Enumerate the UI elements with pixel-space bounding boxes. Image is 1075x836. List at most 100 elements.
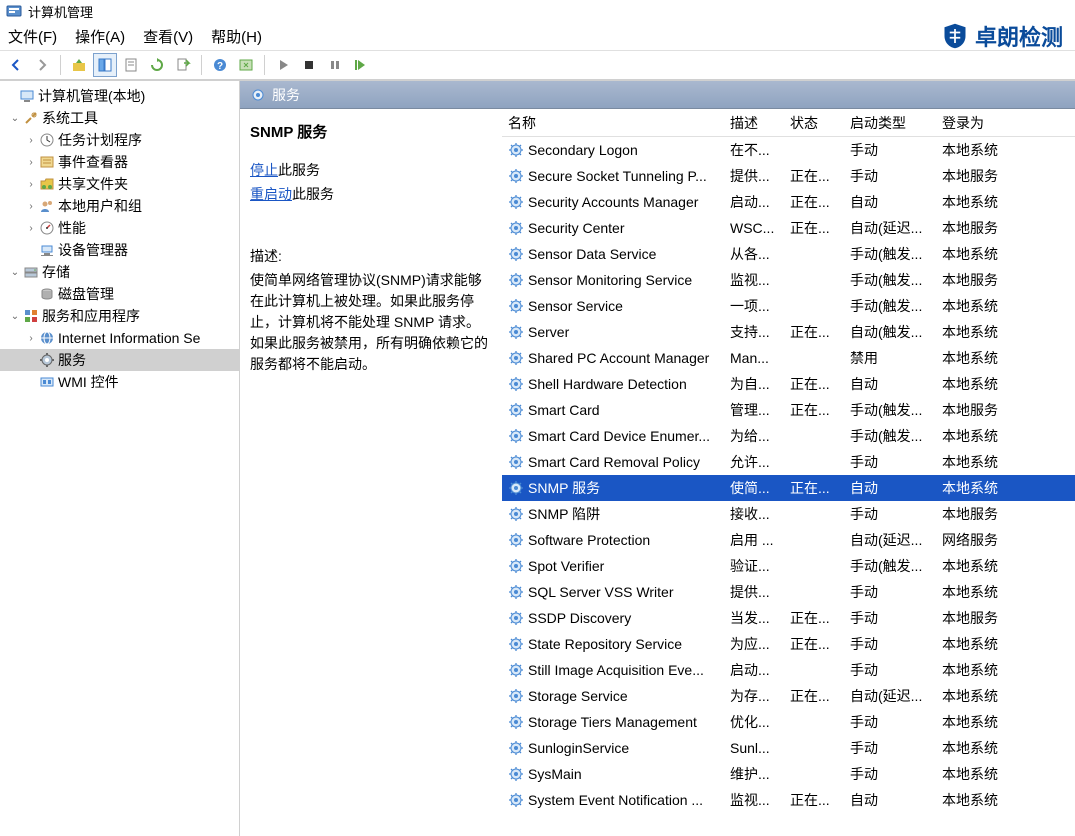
- service-row[interactable]: SNMP 陷阱接收...手动本地服务: [502, 501, 1075, 527]
- menu-action[interactable]: 操作(A): [75, 26, 125, 47]
- export-button[interactable]: [171, 53, 195, 77]
- service-name: Still Image Acquisition Eve...: [502, 662, 724, 678]
- menu-help[interactable]: 帮助(H): [211, 26, 262, 47]
- show-hide-tree-button[interactable]: [93, 53, 117, 77]
- service-startup: 手动: [844, 140, 936, 160]
- service-logon: 本地服务: [936, 400, 1036, 420]
- restart-service-button[interactable]: [349, 53, 373, 77]
- tree-performance[interactable]: › 性能: [0, 217, 239, 239]
- device-icon: [38, 242, 56, 258]
- service-row[interactable]: State Repository Service为应...正在...手动本地系统: [502, 631, 1075, 657]
- nav-forward-button[interactable]: [30, 53, 54, 77]
- service-status: 正在...: [784, 166, 844, 186]
- service-row[interactable]: SSDP Discovery当发...正在...手动本地服务: [502, 605, 1075, 631]
- refresh-button[interactable]: [145, 53, 169, 77]
- svg-text:?: ?: [217, 61, 223, 72]
- service-row[interactable]: Shell Hardware Detection为自...正在...自动本地系统: [502, 371, 1075, 397]
- properties-button[interactable]: [119, 53, 143, 77]
- service-row[interactable]: Smart Card Device Enumer...为给...手动(触发...…: [502, 423, 1075, 449]
- column-name[interactable]: 名称: [502, 109, 724, 136]
- tree-wmi[interactable]: › WMI 控件: [0, 371, 239, 393]
- service-row[interactable]: Security Accounts Manager启动...正在...自动本地系…: [502, 189, 1075, 215]
- help-button[interactable]: ?: [208, 53, 232, 77]
- start-service-button[interactable]: [271, 53, 295, 77]
- content-header-title: 服务: [272, 85, 300, 105]
- menu-file[interactable]: 文件(F): [8, 26, 57, 47]
- service-row[interactable]: Sensor Data Service从各...手动(触发...本地系统: [502, 241, 1075, 267]
- tree-root[interactable]: ▾ 计算机管理(本地): [0, 85, 239, 107]
- service-row[interactable]: Smart Card管理...正在...手动(触发...本地服务: [502, 397, 1075, 423]
- service-name: SSDP Discovery: [502, 610, 724, 626]
- filter-button[interactable]: [234, 53, 258, 77]
- service-row[interactable]: SNMP 服务使简...正在...自动本地系统: [502, 475, 1075, 501]
- service-row[interactable]: Security CenterWSC...正在...自动(延迟...本地服务: [502, 215, 1075, 241]
- app-icon: [6, 3, 22, 19]
- service-logon: 本地服务: [936, 504, 1036, 524]
- service-row[interactable]: Storage Tiers Management优化...手动本地系统: [502, 709, 1075, 735]
- service-startup: 手动(触发...: [844, 244, 936, 264]
- services-list-pane: 名称 描述 状态 启动类型 登录为 Secondary Logon在不...手动…: [502, 109, 1075, 836]
- column-logon[interactable]: 登录为: [936, 109, 1036, 136]
- service-name: SunloginService: [502, 740, 724, 756]
- menu-view[interactable]: 查看(V): [143, 26, 193, 47]
- tree-event-viewer[interactable]: › 事件查看器: [0, 151, 239, 173]
- column-startup[interactable]: 启动类型: [844, 109, 936, 136]
- service-row[interactable]: Sensor Service一项...手动(触发...本地系统: [502, 293, 1075, 319]
- tree-iis[interactable]: › Internet Information Se: [0, 327, 239, 349]
- service-name: Smart Card: [502, 402, 724, 418]
- service-logon: 本地系统: [936, 374, 1036, 394]
- service-row[interactable]: SQL Server VSS Writer提供...手动本地系统: [502, 579, 1075, 605]
- service-row[interactable]: Spot Verifier验证...手动(触发...本地系统: [502, 553, 1075, 579]
- service-startup: 手动: [844, 504, 936, 524]
- service-name: Sensor Monitoring Service: [502, 272, 724, 288]
- service-desc: 为应...: [724, 634, 784, 654]
- service-row[interactable]: Smart Card Removal Policy允许...手动本地系统: [502, 449, 1075, 475]
- column-status[interactable]: 状态: [784, 109, 844, 136]
- service-row[interactable]: SunloginServiceSunl...手动本地系统: [502, 735, 1075, 761]
- service-row[interactable]: Software Protection启用 ...自动(延迟...网络服务: [502, 527, 1075, 553]
- service-row[interactable]: Still Image Acquisition Eve...启动...手动本地系…: [502, 657, 1075, 683]
- nav-back-button[interactable]: [4, 53, 28, 77]
- service-row[interactable]: Sensor Monitoring Service监视...手动(触发...本地…: [502, 267, 1075, 293]
- service-desc: 为给...: [724, 426, 784, 446]
- service-row[interactable]: Server支持...正在...自动(触发...本地系统: [502, 319, 1075, 345]
- service-row[interactable]: System Event Notification ...监视...正在...自…: [502, 787, 1075, 813]
- service-row[interactable]: SysMain维护...手动本地系统: [502, 761, 1075, 787]
- service-name: State Repository Service: [502, 636, 724, 652]
- service-logon: 本地系统: [936, 426, 1036, 446]
- tree-task-scheduler[interactable]: › 任务计划程序: [0, 129, 239, 151]
- tree-services-apps[interactable]: ⌄ 服务和应用程序: [0, 305, 239, 327]
- stop-link[interactable]: 停止: [250, 162, 278, 178]
- up-level-button[interactable]: [67, 53, 91, 77]
- service-logon: 本地服务: [936, 166, 1036, 186]
- service-row[interactable]: Secure Socket Tunneling P...提供...正在...手动…: [502, 163, 1075, 189]
- service-desc: 启用 ...: [724, 530, 784, 550]
- computer-icon: [18, 88, 36, 104]
- tree-shared-folders[interactable]: › 共享文件夹: [0, 173, 239, 195]
- restart-link[interactable]: 重启动: [250, 186, 292, 202]
- tree-local-users[interactable]: › 本地用户和组: [0, 195, 239, 217]
- service-logon: 本地系统: [936, 712, 1036, 732]
- tree-services[interactable]: › 服务: [0, 349, 239, 371]
- tree-storage[interactable]: ⌄ 存储: [0, 261, 239, 283]
- service-logon: 本地服务: [936, 218, 1036, 238]
- service-desc: 启动...: [724, 660, 784, 680]
- service-name: SNMP 服务: [502, 478, 724, 498]
- service-row[interactable]: Storage Service为存...正在...自动(延迟...本地系统: [502, 683, 1075, 709]
- service-desc: 允许...: [724, 452, 784, 472]
- service-startup: 手动(触发...: [844, 426, 936, 446]
- service-name: System Event Notification ...: [502, 792, 724, 808]
- gear-icon: [250, 87, 266, 103]
- service-row[interactable]: Secondary Logon在不...手动本地系统: [502, 137, 1075, 163]
- tree-device-manager[interactable]: › 设备管理器: [0, 239, 239, 261]
- service-row[interactable]: Shared PC Account ManagerMan...禁用本地系统: [502, 345, 1075, 371]
- column-description[interactable]: 描述: [724, 109, 784, 136]
- detail-pane: SNMP 服务 停止此服务 重启动此服务 描述: 使简单网络管理协议(SNMP)…: [240, 109, 502, 836]
- service-desc: 一项...: [724, 296, 784, 316]
- stop-service-line: 停止此服务: [250, 160, 492, 180]
- tree-system-tools[interactable]: ⌄ 系统工具: [0, 107, 239, 129]
- tree-disk-management[interactable]: › 磁盘管理: [0, 283, 239, 305]
- stop-service-button[interactable]: [297, 53, 321, 77]
- pause-service-button[interactable]: [323, 53, 347, 77]
- service-startup: 手动: [844, 738, 936, 758]
